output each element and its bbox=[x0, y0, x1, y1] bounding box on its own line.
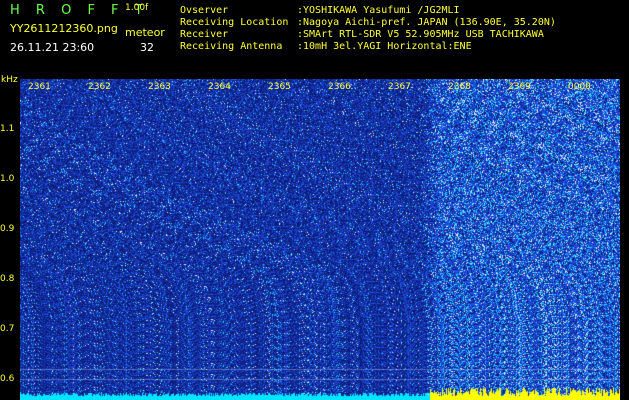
waterfall-spectrogram bbox=[20, 79, 620, 400]
meteor-count: 32 bbox=[140, 41, 154, 54]
location-label: Receiving Location bbox=[180, 17, 289, 28]
header-panel: H R O F F T 1.00f YY2611212360.png meteo… bbox=[0, 0, 629, 72]
x-tick-label: 2363 bbox=[148, 82, 171, 92]
x-tick-label: 2368 bbox=[448, 82, 471, 92]
x-tick-label: 2366 bbox=[328, 82, 351, 92]
x-tick-label: 2361 bbox=[28, 82, 51, 92]
receiver-label: Receiver bbox=[180, 29, 229, 40]
x-tick-label: 0000 bbox=[568, 82, 591, 92]
y-tick-label: 0.6 bbox=[0, 374, 15, 384]
antenna-label: Receiving Antenna bbox=[180, 41, 283, 52]
y-tick-label: 1.0 bbox=[0, 174, 15, 184]
version-label: 1.00f bbox=[125, 3, 149, 13]
y-tick-label: 0.7 bbox=[0, 324, 15, 334]
antenna-value: :10mH 3el.YAGI Horizontal:ENE bbox=[297, 41, 472, 52]
x-tick-label: 2365 bbox=[268, 82, 291, 92]
y-axis-unit: kHz bbox=[1, 75, 18, 85]
file-name: YY2611212360.png bbox=[10, 22, 118, 35]
x-tick-label: 2369 bbox=[508, 82, 531, 92]
x-tick-label: 2362 bbox=[88, 82, 111, 92]
location-value: :Nagoya Aichi-pref. JAPAN (136.90E, 35.2… bbox=[297, 17, 556, 28]
y-tick-label: 0.8 bbox=[0, 274, 15, 284]
meteor-label: meteor bbox=[125, 26, 165, 39]
x-tick-label: 2364 bbox=[208, 82, 231, 92]
receiver-value: :SMArt RTL-SDR V5 52.905MHz USB TACHIKAW… bbox=[297, 29, 544, 40]
y-tick-label: 1.1 bbox=[0, 124, 15, 134]
observer-label: Ovserver bbox=[180, 5, 229, 16]
y-tick-label: 0.9 bbox=[0, 224, 15, 234]
x-tick-label: 2367 bbox=[388, 82, 411, 92]
observer-value: :YOSHIKAWA Yasufumi /JG2MLI bbox=[297, 5, 460, 16]
date-time: 26.11.21 23:60 bbox=[10, 41, 95, 54]
